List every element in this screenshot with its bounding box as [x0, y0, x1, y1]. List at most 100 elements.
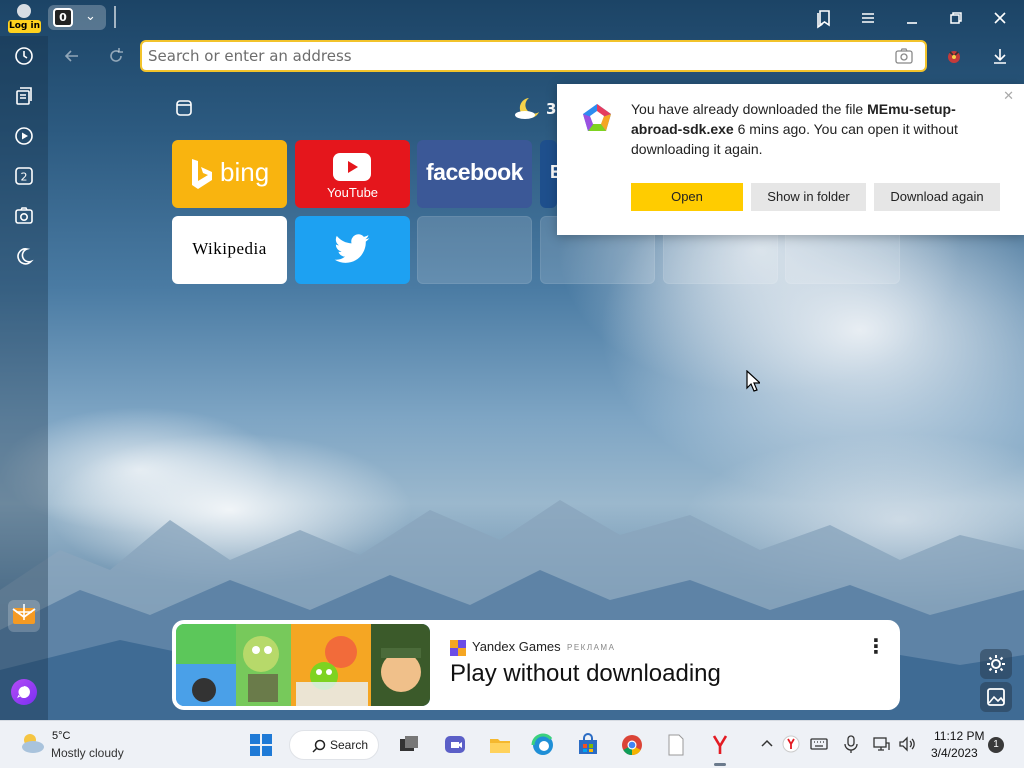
youtube-play-icon: [333, 153, 371, 181]
ad-banner[interactable]: Yandex Games РЕКЛАМА Play without downlo…: [172, 620, 900, 710]
edge-browser-icon[interactable]: [531, 733, 555, 757]
address-bar[interactable]: [140, 40, 927, 72]
twitter-bird-icon: [334, 234, 370, 263]
bookmarks-button[interactable]: [812, 6, 836, 30]
alice-assistant-button[interactable]: [11, 679, 37, 705]
app-logo-icon: [583, 104, 611, 131]
active-app-indicator: [714, 763, 726, 766]
tabs-button[interactable]: 0 ⌄: [48, 5, 106, 30]
screenshot-camera-icon[interactable]: [12, 204, 36, 228]
hamburger-icon: [862, 13, 874, 23]
moon-weather-icon: [515, 98, 539, 119]
night-mode-icon[interactable]: [12, 244, 36, 268]
file-explorer-icon[interactable]: [488, 733, 512, 757]
yandex-games-icon: [450, 640, 466, 656]
kebab-menu-icon[interactable]: ⋮: [866, 634, 886, 658]
image-icon: [987, 688, 1005, 706]
windows-start-icon[interactable]: [249, 733, 273, 757]
video-play-icon[interactable]: [12, 124, 36, 148]
mouse-cursor-icon: [746, 370, 760, 392]
taskbar: 5°C Mostly cloudy Search 11:12 PM 3/4/20…: [0, 720, 1024, 768]
settings-button[interactable]: [980, 649, 1012, 679]
clock-time[interactable]: 11:12 PM: [934, 729, 984, 743]
chevron-down-icon[interactable]: ⌄: [85, 9, 96, 24]
menu-button[interactable]: [856, 6, 880, 30]
task-view-icon[interactable]: [397, 733, 421, 757]
yandex-browser-icon[interactable]: [708, 733, 732, 757]
blank-file-icon[interactable]: [664, 733, 688, 757]
tile-label: bing: [220, 157, 270, 187]
restore-icon: [950, 12, 962, 24]
message-text: You have already downloaded the file: [631, 101, 868, 117]
user-icon: [17, 4, 31, 18]
tile-bing[interactable]: bing: [172, 140, 287, 208]
address-input[interactable]: [148, 45, 878, 67]
add-icon[interactable]: [12, 600, 36, 624]
tile-empty[interactable]: [417, 216, 532, 284]
games-collage-image: [176, 624, 430, 706]
back-button[interactable]: [60, 44, 84, 68]
chrome-icon[interactable]: [620, 733, 644, 757]
svg-text:2: 2: [21, 171, 28, 184]
alice-icon: [17, 686, 31, 698]
yandex-tray-icon[interactable]: [782, 735, 800, 753]
tile-wikipedia[interactable]: Wikipedia: [172, 216, 287, 284]
close-button[interactable]: [988, 6, 1012, 30]
search-label: Search: [330, 738, 369, 752]
weather-temperature[interactable]: 5°C: [52, 730, 70, 742]
title-bar: Log in 0 ⌄: [0, 0, 1024, 36]
tile-twitter[interactable]: [295, 216, 410, 284]
taskbar-search[interactable]: Search: [289, 730, 379, 760]
restore-button[interactable]: [944, 6, 968, 30]
close-icon[interactable]: ✕: [1003, 89, 1014, 104]
search-icon: [312, 739, 326, 753]
arrow-left-icon: [64, 50, 78, 62]
background-gallery-button[interactable]: [980, 682, 1012, 712]
notification-message: You have already downloaded the file MEm…: [631, 99, 1001, 159]
minimize-button[interactable]: [900, 6, 924, 30]
tile-label: facebook: [426, 159, 523, 185]
camera-search-icon[interactable]: [895, 48, 913, 64]
chat-icon[interactable]: [443, 733, 467, 757]
tile-label: YouTube: [326, 185, 379, 200]
ad-image[interactable]: [176, 624, 430, 706]
window-icon[interactable]: [175, 99, 193, 117]
history-icon[interactable]: [12, 44, 36, 68]
tile-label: E: [550, 162, 557, 182]
extension-icon[interactable]: [944, 46, 964, 66]
title-divider: [114, 6, 116, 28]
bookmarks-icon: [817, 10, 830, 29]
download-notification: You have already downloaded the file MEm…: [557, 84, 1024, 235]
volume-icon[interactable]: [898, 735, 916, 753]
tab-count: 0: [53, 8, 73, 27]
open-button[interactable]: Open: [631, 183, 743, 211]
weather-condition[interactable]: Mostly cloudy: [51, 746, 124, 760]
network-icon[interactable]: [872, 735, 890, 753]
ad-title[interactable]: Play without downloading: [450, 660, 721, 688]
ad-label: РЕКЛАМА: [567, 643, 616, 652]
collections-icon[interactable]: [12, 84, 36, 108]
notification-badge[interactable]: 1: [988, 737, 1004, 753]
tile-youtube[interactable]: YouTube: [295, 140, 410, 208]
tile-facebook[interactable]: facebook: [417, 140, 532, 208]
tabs-count-icon[interactable]: 2: [12, 164, 36, 188]
minimize-icon: [907, 22, 917, 24]
microphone-icon[interactable]: [842, 735, 860, 753]
reload-icon: [110, 48, 123, 62]
login-badge[interactable]: Log in: [8, 20, 41, 33]
reload-button[interactable]: [104, 44, 128, 68]
sidebar: 2 •••: [0, 36, 48, 741]
show-in-folder-button[interactable]: Show in folder: [751, 183, 866, 211]
cloudy-weather-icon[interactable]: [18, 731, 46, 755]
chevron-up-icon[interactable]: [758, 735, 776, 753]
store-icon[interactable]: [576, 733, 600, 757]
download-icon[interactable]: [990, 46, 1010, 66]
tile-label: Wikipedia: [192, 239, 267, 258]
clock-date[interactable]: 3/4/2023: [931, 746, 978, 760]
tile-partial[interactable]: E: [540, 140, 557, 208]
profile-avatar[interactable]: Log in: [8, 2, 41, 33]
keyboard-icon[interactable]: [810, 735, 828, 753]
bing-logo-icon: [192, 159, 212, 189]
gear-icon: [987, 655, 1005, 673]
download-again-button[interactable]: Download again: [874, 183, 1000, 211]
